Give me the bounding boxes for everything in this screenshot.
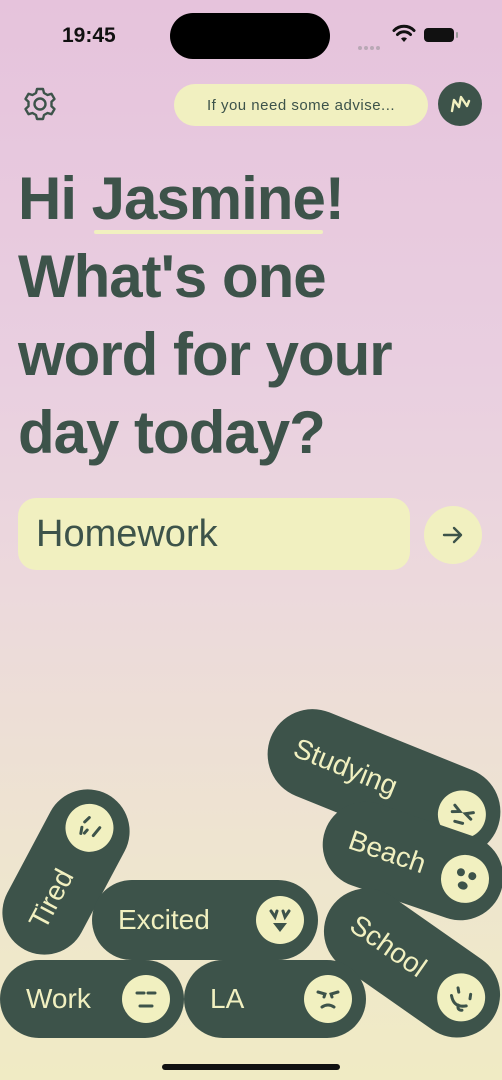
status-time: 19:45 [62,24,116,47]
mood-chip-label: Excited [118,904,210,935]
mood-chip-la[interactable]: LA [184,960,366,1038]
profile-logo-button[interactable] [438,82,482,126]
question-line-3: day today? [18,399,326,466]
mood-chip-label: Beach [344,824,430,880]
lightning-logo-icon [450,95,471,113]
mood-chip-label: Work [26,983,91,1014]
question-line-1: What's one [18,243,327,310]
user-name: Jasmine [92,160,326,238]
arrow-right-icon [442,526,463,544]
home-indicator[interactable] [162,1064,340,1070]
mood-chip-excited[interactable]: Excited [92,880,318,960]
day-word-input[interactable]: Homework [18,498,410,570]
gear-icon[interactable] [22,86,58,122]
battery-icon [424,28,458,42]
mood-chip-work[interactable]: Work [0,960,184,1038]
tired-face-icon [57,795,122,861]
mood-chip-label: Tired [22,863,80,934]
greeting-line-1: Hi Jasmine! [18,160,488,238]
surprised-face-icon [434,848,496,910]
mood-chip-label: LA [210,983,245,1014]
day-word-value: Homework [36,512,218,555]
question-line-2: word for your [18,321,393,388]
annoyed-face-icon [304,975,352,1023]
greeting-hi: Hi [18,165,77,232]
excited-face-icon [256,896,304,944]
neutral-face-icon [122,975,170,1023]
winking-tongue-face-icon [427,963,495,1031]
cellular-signal-icon [358,37,382,55]
status-bar: 19:45 [0,0,502,70]
mood-chip-label: Studying [289,732,403,802]
wifi-icon [392,24,416,42]
submit-button[interactable] [424,506,482,564]
mood-chip-label: School [344,908,433,984]
greeting-exclaim: ! [324,165,345,232]
advice-button[interactable]: If you need some advise... [174,84,428,126]
dynamic-island [170,13,330,59]
greeting-headline: Hi Jasmine! What's one word for your day… [18,160,488,472]
